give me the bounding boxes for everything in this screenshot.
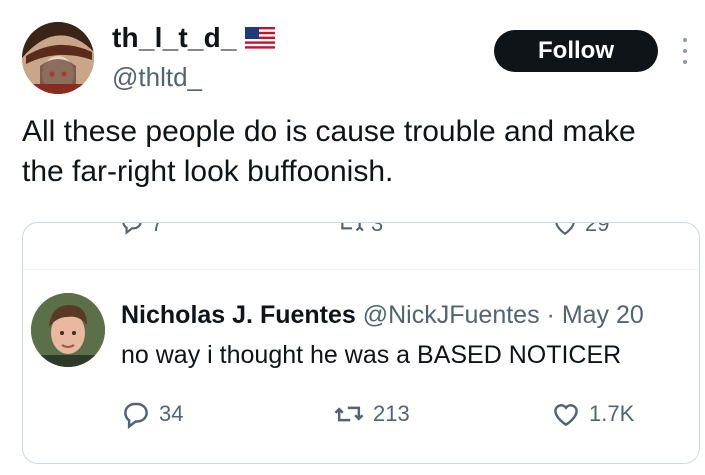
- divider: [23, 269, 699, 270]
- quoted-reply-count: 34: [159, 401, 184, 426]
- reply-count-cut: 7: [151, 223, 164, 236]
- quoted-author-handle[interactable]: @NickJFuentes: [363, 301, 540, 329]
- quoted-like-button[interactable]: 1.7K: [551, 399, 634, 429]
- reply-action-cut[interactable]: 7: [119, 223, 163, 237]
- meta-separator: ·: [546, 301, 555, 329]
- author-avatar[interactable]: [22, 22, 94, 94]
- repost-icon: [334, 406, 364, 422]
- like-action-cut[interactable]: 29: [551, 223, 609, 237]
- repost-action-cut[interactable]: 3: [337, 223, 383, 237]
- quoted-like-count: 1.7K: [589, 401, 635, 426]
- more-options-icon[interactable]: [680, 38, 690, 64]
- repost-count-cut: 3: [371, 223, 384, 236]
- heart-icon: [554, 404, 578, 427]
- quoted-author-name[interactable]: Nicholas J. Fuentes: [121, 301, 356, 329]
- quoted-reply-button[interactable]: 34: [121, 399, 183, 429]
- author-name-row: th_l_t_d_: [112, 22, 275, 54]
- quote-card[interactable]: 7 3 29 Nicholas J. Fuentes @NickJFuentes…: [22, 222, 700, 464]
- reply-icon: [122, 223, 142, 235]
- author-handle[interactable]: @thltd_: [112, 62, 202, 93]
- quoted-action-row: 34 213 1.7K: [121, 399, 661, 433]
- reply-icon: [124, 402, 148, 429]
- quoted-author-avatar[interactable]: [31, 293, 105, 367]
- author-display-name[interactable]: th_l_t_d_: [112, 22, 237, 54]
- tweet-text: All these people do is cause trouble and…: [22, 115, 636, 188]
- us-flag-icon: [244, 27, 275, 49]
- follow-button[interactable]: Follow: [494, 30, 658, 72]
- repost-icon: [341, 223, 364, 232]
- quoted-text: no way i thought he was a BASED NOTICER: [121, 341, 622, 369]
- like-count-cut: 29: [585, 223, 610, 236]
- quoted-repost-count: 213: [373, 401, 410, 426]
- quoted-date[interactable]: May 20: [562, 301, 644, 329]
- heart-icon: [555, 223, 575, 236]
- cut-off-action-row: 7 3 29: [23, 223, 699, 247]
- quoted-repost-button[interactable]: 213: [333, 399, 410, 429]
- quoted-header: Nicholas J. Fuentes @NickJFuentes · May …: [121, 301, 644, 330]
